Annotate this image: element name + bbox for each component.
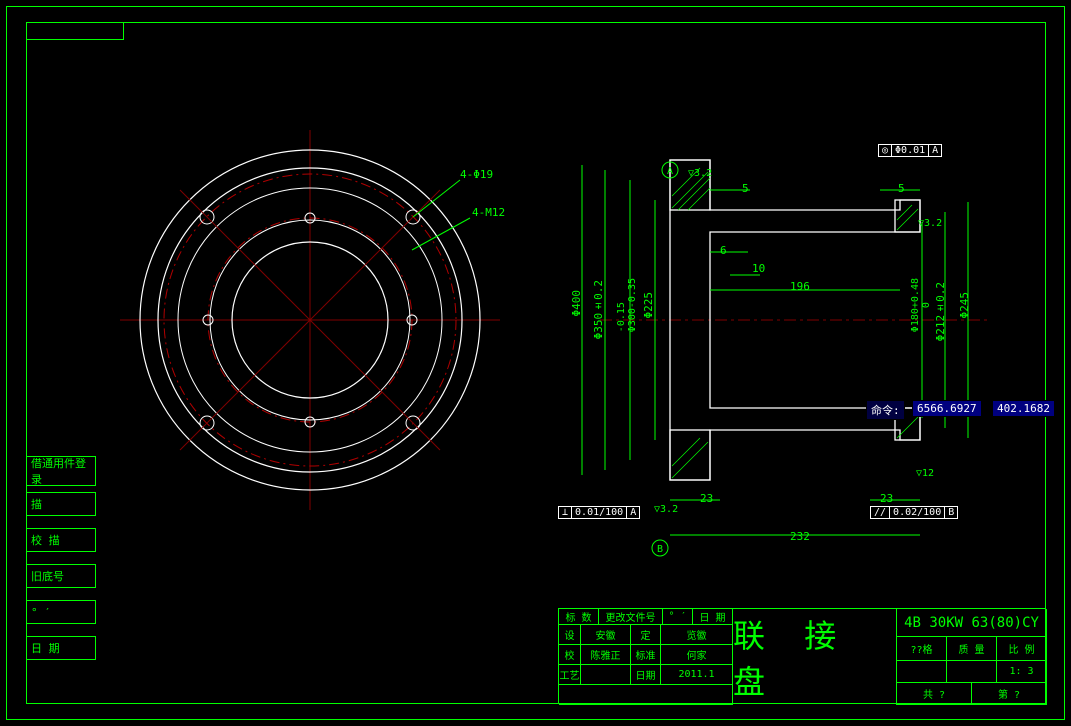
dim-5b: 5 [898, 182, 905, 195]
side-r4: ° ′ [26, 600, 96, 624]
section-view: A B [560, 140, 1020, 560]
surf-32-top: ▽3.2 [688, 168, 712, 179]
tb-h0: 标 数 [559, 609, 599, 625]
dim-23b: 23 [880, 492, 893, 505]
part-number: 4B 30KW 63(80)CY [897, 609, 1047, 637]
tb-r1c: 标准 [631, 645, 661, 665]
dim-d350: Φ350±0.2 [592, 280, 605, 339]
gdt-br: //0.02/100B [870, 506, 958, 519]
front-view [120, 130, 500, 510]
surf-32-right: ▽3.2 [918, 218, 942, 229]
dim-5a: 5 [742, 182, 749, 195]
drawing-title: 联 接 盘 [733, 609, 897, 705]
tb-r2a: 工艺 [559, 665, 581, 685]
dim-d225: Φ225 [642, 292, 655, 319]
meta-c3: 共 ? [897, 683, 972, 705]
meta-blank1 [897, 661, 947, 683]
meta-c1: 质 量 [947, 637, 997, 661]
tb-r1a: 校 [559, 645, 581, 665]
dim-6: 6 [720, 244, 727, 257]
gdt-top: ◎Φ0.01A [878, 144, 942, 157]
tb-bottom-strip [559, 685, 733, 705]
callout-4m12: 4-M12 [472, 206, 505, 219]
tb-r0c: 定 [631, 625, 661, 645]
dim-d245: Φ245 [958, 292, 971, 319]
dim-23a: 23 [700, 492, 713, 505]
tb-h2: ° ′ [663, 609, 693, 625]
coord-y-tooltip: 402.1682 [992, 400, 1055, 417]
dim-d180: Φ180+0.48 0 [910, 278, 932, 332]
meta-c0: ??格 [897, 637, 947, 661]
title-block: 标 数 更改文件号 ° ′ 日 期 设 安徽 定 览徽 校 陈雅正 标准 何家 … [558, 608, 1046, 704]
side-r2: 校 描 [26, 528, 96, 552]
side-r0: 借通用件登录 [26, 456, 96, 486]
tb-h3: 日 期 [693, 609, 733, 625]
side-r5: 日 期 [26, 636, 96, 660]
tb-r2b [581, 665, 631, 685]
tb-r0b: 安徽 [581, 625, 631, 645]
meta-c2: 比 例 [997, 637, 1047, 661]
tb-r2c: 日期 [631, 665, 661, 685]
svg-text:B: B [657, 544, 663, 555]
surf-12: ▽12 [916, 468, 934, 479]
dim-196: 196 [790, 280, 810, 293]
tb-h1: 更改文件号 [599, 609, 663, 625]
dim-d300: -0.15 Φ300-0.35 [616, 278, 638, 332]
svg-text:A: A [667, 166, 673, 177]
dim-10: 10 [752, 262, 765, 275]
command-prompt[interactable]: 命令: [866, 400, 905, 420]
meta-blank2 [947, 661, 997, 683]
tb-r1b: 陈雅正 [581, 645, 631, 665]
dim-d400: Φ400 [570, 290, 583, 317]
tb-r0d: 览徽 [661, 625, 733, 645]
dim-232: 232 [790, 530, 810, 543]
coord-x-tooltip: 6566.6927 [912, 400, 982, 417]
side-r3: 旧底号 [26, 564, 96, 588]
corner-box [26, 22, 124, 40]
surf-32-bl: ▽3.2 [654, 504, 678, 515]
tb-r2d: 2011.1 [661, 665, 733, 685]
meta-scale: 1: 3 [997, 661, 1047, 683]
tb-r1d: 何家 [661, 645, 733, 665]
gdt-bl: ⊥0.01/100A [558, 506, 640, 519]
side-r1: 描 [26, 492, 96, 516]
meta-c4: 第 ? [972, 683, 1047, 705]
dim-d212: Φ212±0.2 [934, 282, 947, 341]
tb-r0a: 设 [559, 625, 581, 645]
callout-4phi19: 4-Φ19 [460, 168, 493, 181]
